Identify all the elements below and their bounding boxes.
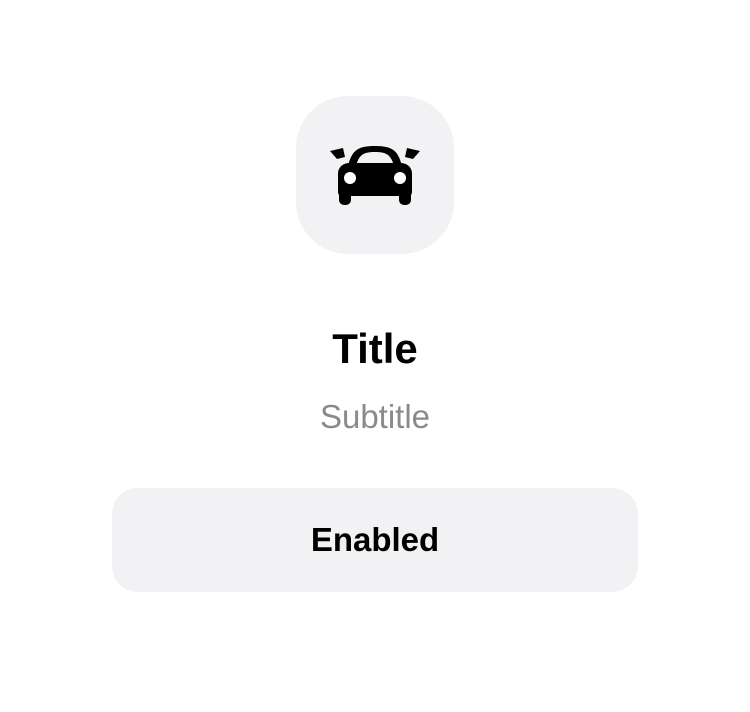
- page-subtitle: Subtitle: [319, 398, 431, 435]
- enabled-button[interactable]: Enabled: [112, 488, 638, 592]
- icon-tile: [296, 96, 454, 254]
- page-title: Title: [332, 325, 418, 372]
- car-icon: [330, 144, 420, 206]
- enabled-button-label: Enabled: [310, 521, 440, 558]
